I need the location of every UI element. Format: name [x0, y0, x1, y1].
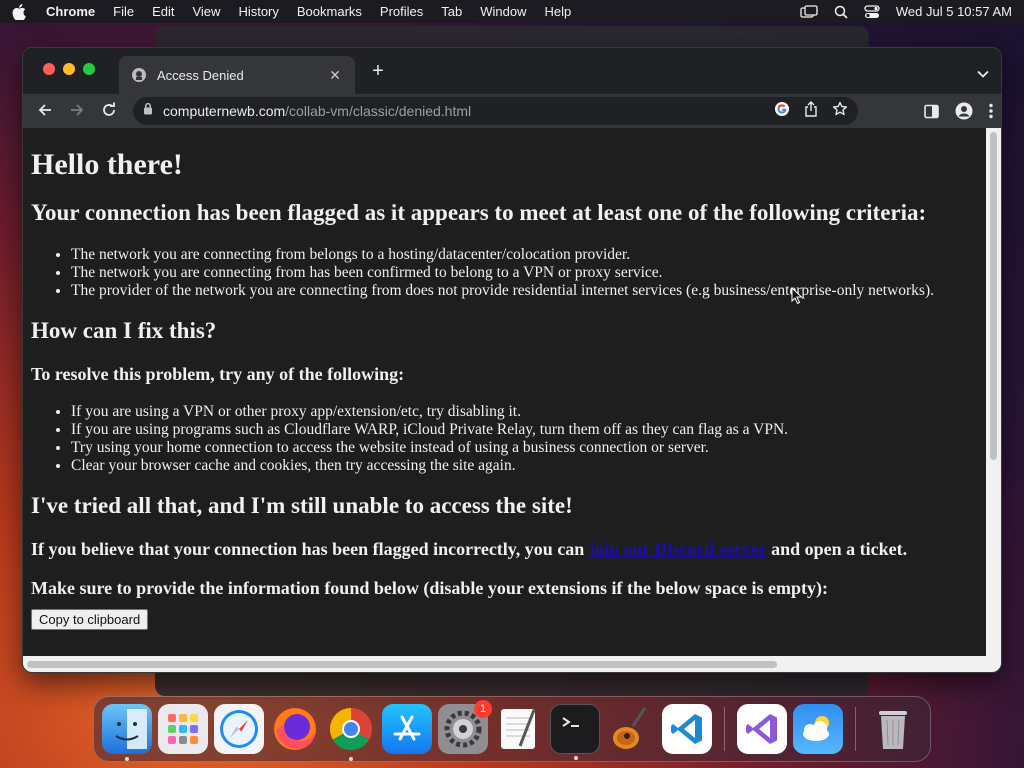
- menu-edit[interactable]: Edit: [152, 4, 174, 19]
- menu-help[interactable]: Help: [545, 4, 572, 19]
- tab-title: Access Denied: [157, 67, 244, 83]
- window-close-button[interactable]: [43, 63, 55, 75]
- menu-history[interactable]: History: [238, 4, 278, 19]
- list-item: The provider of the network you are conn…: [71, 282, 980, 300]
- discord-link[interactable]: join our Discord server: [589, 539, 767, 559]
- textedit-icon[interactable]: [494, 704, 544, 754]
- firefox-icon[interactable]: [270, 704, 320, 754]
- dock-separator: [855, 707, 856, 751]
- window-controls: [43, 63, 95, 75]
- reload-button[interactable]: [101, 102, 117, 118]
- trash-icon[interactable]: [868, 704, 918, 754]
- visual-studio-icon[interactable]: [737, 704, 787, 754]
- vertical-scroll-thumb[interactable]: [990, 132, 997, 460]
- site-info-lock-icon[interactable]: [143, 102, 153, 120]
- fixes-list: If you are using a VPN or other proxy ap…: [31, 403, 980, 475]
- list-item: Clear your browser cache and cookies, th…: [71, 457, 980, 475]
- menu-file[interactable]: File: [113, 4, 134, 19]
- incorrect-prefix: If you believe that your connection has …: [31, 539, 589, 559]
- forward-button[interactable]: [69, 102, 85, 118]
- share-icon[interactable]: [804, 100, 818, 122]
- address-bar[interactable]: computernewb.com/collab-vm/classic/denie…: [133, 97, 858, 125]
- window-zoom-button[interactable]: [83, 63, 95, 75]
- menu-window[interactable]: Window: [480, 4, 526, 19]
- safari-icon[interactable]: [214, 704, 264, 754]
- window-minimize-button[interactable]: [63, 63, 75, 75]
- list-item: If you are using a VPN or other proxy ap…: [71, 403, 980, 421]
- menu-view[interactable]: View: [192, 4, 220, 19]
- tab-search-chevron-icon[interactable]: [977, 65, 989, 83]
- flagged-heading: Your connection has been flagged as it a…: [31, 200, 927, 225]
- launchpad-icon[interactable]: [158, 704, 208, 754]
- google-lens-icon[interactable]: [774, 101, 790, 122]
- browser-toolbar: computernewb.com/collab-vm/classic/denie…: [23, 94, 1001, 128]
- new-tab-button[interactable]: +: [369, 61, 387, 81]
- bookmark-star-icon[interactable]: [832, 101, 848, 122]
- horizontal-scrollbar[interactable]: [23, 656, 1001, 672]
- dock-separator: [724, 707, 725, 751]
- app-store-icon[interactable]: [382, 704, 432, 754]
- menu-profiles[interactable]: Profiles: [380, 4, 423, 19]
- terminal-icon[interactable]: [550, 704, 600, 760]
- mouse-cursor-icon: [791, 286, 803, 310]
- list-item: The network you are connecting from belo…: [71, 246, 980, 264]
- menu-clock[interactable]: Wed Jul 5 10:57 AM: [896, 4, 1012, 19]
- incorrect-flag-text: If you believe that your connection has …: [31, 539, 980, 560]
- running-indicator: [574, 756, 578, 760]
- fix-heading: How can I fix this?: [31, 318, 217, 343]
- dock: 1: [93, 696, 931, 762]
- profile-avatar-icon[interactable]: [955, 102, 973, 125]
- spotlight-search-icon[interactable]: [834, 5, 848, 19]
- finder-icon[interactable]: [102, 704, 152, 761]
- menu-bookmarks[interactable]: Bookmarks: [297, 4, 362, 19]
- list-item: Try using your home connection to access…: [71, 439, 980, 457]
- criteria-list: The network you are connecting from belo…: [31, 246, 980, 300]
- notification-badge: 1: [474, 700, 492, 718]
- tab-close-icon[interactable]: ✕: [327, 67, 343, 84]
- tab-strip: Access Denied ✕ +: [23, 48, 1001, 94]
- tried-heading: I've tried all that, and I'm still unabl…: [31, 493, 573, 518]
- back-button[interactable]: [37, 102, 53, 118]
- more-menu-icon[interactable]: [989, 103, 993, 124]
- side-panel-icon[interactable]: [924, 104, 939, 124]
- url-text[interactable]: computernewb.com/collab-vm/classic/denie…: [163, 103, 774, 119]
- tab-access-denied[interactable]: Access Denied ✕: [119, 56, 355, 94]
- url-path: /collab-vm/classic/denied.html: [285, 103, 472, 119]
- running-indicator: [349, 757, 353, 761]
- vertical-scrollbar[interactable]: [986, 128, 1001, 658]
- garageband-icon[interactable]: [606, 704, 656, 754]
- list-item: The network you are connecting from has …: [71, 264, 980, 282]
- chrome-icon[interactable]: [326, 704, 376, 761]
- page-heading: Hello there!: [31, 148, 183, 181]
- weather-icon[interactable]: [793, 704, 843, 754]
- omnibox-actions: [774, 100, 848, 122]
- list-item: If you are using programs such as Cloudf…: [71, 421, 980, 439]
- horizontal-scroll-thumb[interactable]: [27, 661, 777, 668]
- screen-mirroring-icon[interactable]: [800, 4, 818, 19]
- running-indicator: [125, 757, 129, 761]
- toolbar-right: [924, 102, 993, 125]
- menu-app-name[interactable]: Chrome: [46, 4, 95, 19]
- copy-to-clipboard-button[interactable]: Copy to clipboard: [31, 609, 149, 630]
- info-heading: Make sure to provide the information fou…: [31, 578, 829, 598]
- vscode-icon[interactable]: [662, 704, 712, 754]
- url-domain: computernewb.com: [163, 103, 286, 119]
- menu-bar: Chrome File Edit View History Bookmarks …: [0, 0, 1024, 23]
- browser-window: Access Denied ✕ + computernewb.com/colla…: [22, 47, 1002, 673]
- system-settings-icon[interactable]: 1: [438, 700, 492, 754]
- menu-tab[interactable]: Tab: [441, 4, 462, 19]
- incorrect-suffix: and open a ticket.: [766, 539, 908, 559]
- resolve-heading: To resolve this problem, try any of the …: [31, 364, 405, 384]
- site-favicon-icon: [131, 67, 147, 83]
- page-content: Hello there! Your connection has been fl…: [23, 128, 988, 658]
- apple-menu-icon[interactable]: [12, 3, 32, 20]
- control-center-icon[interactable]: [864, 4, 880, 19]
